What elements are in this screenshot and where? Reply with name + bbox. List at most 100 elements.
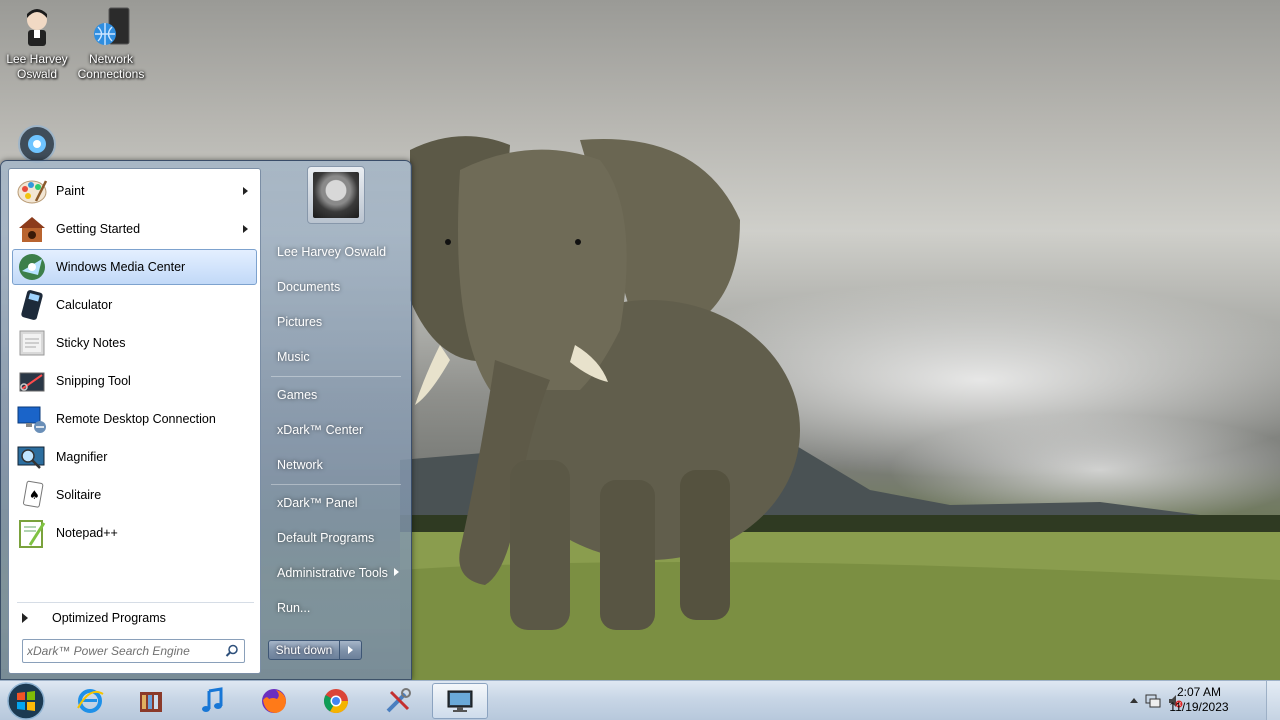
- system-tray: 2:07 AM 11/19/2023: [1120, 681, 1280, 720]
- program-solitaire[interactable]: ♠ Solitaire: [12, 477, 257, 513]
- start-orb-icon[interactable]: [5, 681, 47, 720]
- notepad-plus-plus-icon: [19, 520, 46, 548]
- desktop-icon-user-folder[interactable]: Lee Harvey Oswald: [0, 6, 77, 82]
- search-icon[interactable]: [225, 644, 239, 658]
- right-item-label: xDark™ Panel: [277, 496, 358, 510]
- show-hidden-icons-icon[interactable]: [1130, 698, 1138, 703]
- clock[interactable]: 2:07 AM 11/19/2023: [1156, 685, 1242, 715]
- right-item-pictures[interactable]: Pictures: [267, 307, 405, 337]
- sticky-notes-icon: [19, 330, 45, 356]
- taskbar-media-center-running[interactable]: [432, 683, 488, 719]
- right-item-label: Lee Harvey Oswald: [277, 245, 387, 259]
- avatar: [313, 172, 359, 218]
- submenu-arrow-icon: [243, 225, 248, 233]
- media-center-icon: [19, 254, 45, 280]
- taskbar-windows-explorer[interactable]: [123, 683, 179, 719]
- desktop-icon-label: Network Connections: [77, 52, 145, 81]
- right-item-label: xDark™ Center: [277, 423, 364, 437]
- solitaire-icon: ♠: [23, 480, 44, 508]
- program-label: Paint: [56, 184, 85, 198]
- right-item-xdark-panel[interactable]: xDark™ Panel: [267, 488, 405, 518]
- program-magnifier[interactable]: Magnifier: [12, 439, 257, 475]
- divider: [17, 602, 254, 603]
- program-label: Getting Started: [56, 222, 141, 236]
- right-item-label: Run...: [277, 601, 311, 615]
- divider: [271, 376, 401, 377]
- taskbar: 2:07 AM 11/19/2023: [0, 680, 1280, 720]
- monitor-icon: [447, 690, 473, 712]
- right-item-label: Games: [277, 388, 318, 402]
- right-item-administrative-tools[interactable]: Administrative Tools: [267, 558, 405, 588]
- taskbar-tools[interactable]: [370, 683, 426, 719]
- right-item-user-folder[interactable]: Lee Harvey Oswald: [267, 237, 405, 267]
- taskbar-internet-explorer[interactable]: [62, 683, 118, 719]
- network-connections-icon: [94, 7, 130, 45]
- right-item-run[interactable]: Run...: [267, 593, 405, 623]
- snipping-tool-icon: [19, 372, 45, 392]
- show-desktop-button[interactable]: [1266, 681, 1280, 720]
- right-item-default-programs[interactable]: Default Programs: [267, 523, 405, 553]
- program-sticky-notes[interactable]: Sticky Notes: [12, 325, 257, 361]
- search-input[interactable]: [27, 642, 217, 660]
- right-item-label: Music: [277, 350, 310, 364]
- clock-time: 2:07 AM: [1176, 685, 1222, 699]
- start-menu: Paint Getting Started Windows Media Cent…: [0, 160, 412, 680]
- remote-desktop-icon: [17, 406, 46, 433]
- program-getting-started[interactable]: Getting Started: [12, 211, 257, 247]
- chrome-icon: [323, 689, 348, 714]
- right-item-xdark-center[interactable]: xDark™ Center: [267, 415, 405, 445]
- program-label: Solitaire: [56, 488, 102, 502]
- program-label: Windows Media Center: [56, 260, 186, 274]
- shut-down-button[interactable]: Shut down: [268, 640, 340, 660]
- right-item-music[interactable]: Music: [267, 342, 405, 372]
- desktop-icon-label: Lee Harvey Oswald: [6, 52, 68, 81]
- desktop-icon-network-connections[interactable]: Network Connections: [71, 6, 151, 82]
- paint-icon: [17, 180, 48, 204]
- right-item-label: Documents: [277, 280, 341, 294]
- firefox-icon: [262, 689, 286, 713]
- program-label: Snipping Tool: [56, 374, 131, 388]
- shut-down-options-button[interactable]: [340, 640, 362, 660]
- program-label: Remote Desktop Connection: [56, 412, 216, 426]
- right-item-label: Pictures: [277, 315, 323, 329]
- all-programs-button[interactable]: Optimized Programs: [12, 605, 257, 631]
- right-item-documents[interactable]: Documents: [267, 272, 405, 302]
- program-remote-desktop-connection[interactable]: Remote Desktop Connection: [12, 401, 257, 437]
- taskbar-media-player[interactable]: [184, 683, 240, 719]
- submenu-arrow-icon: [394, 568, 399, 576]
- right-item-label: Administrative Tools: [277, 566, 388, 580]
- getting-started-icon: [19, 217, 45, 242]
- program-label: Calculator: [56, 298, 113, 312]
- library-icon: [140, 692, 162, 712]
- program-snipping-tool[interactable]: Snipping Tool: [12, 363, 257, 399]
- start-menu-programs-pane: Paint Getting Started Windows Media Cent…: [8, 168, 261, 674]
- right-item-games[interactable]: Games: [267, 380, 405, 410]
- right-item-label: Network: [277, 458, 323, 472]
- all-programs-label: Optimized Programs: [52, 611, 166, 625]
- program-label: Notepad++: [56, 526, 118, 540]
- elephant-image: [410, 136, 800, 630]
- music-note-icon: [202, 687, 223, 712]
- program-windows-media-center[interactable]: Windows Media Center: [12, 249, 257, 285]
- expand-arrow-icon: [22, 613, 28, 623]
- program-calculator[interactable]: Calculator: [12, 287, 257, 323]
- calculator-icon: [21, 290, 43, 320]
- program-label: Magnifier: [56, 450, 108, 464]
- taskbar-chrome[interactable]: [308, 683, 364, 719]
- taskbar-firefox[interactable]: [246, 683, 302, 719]
- tools-icon: [386, 688, 411, 713]
- right-item-label: Default Programs: [277, 531, 375, 545]
- user-account-picture[interactable]: [307, 166, 365, 224]
- program-paint[interactable]: Paint: [12, 173, 257, 209]
- clock-date: 11/19/2023: [1169, 700, 1229, 714]
- user-folder-icon: [27, 9, 47, 46]
- start-search-box[interactable]: [22, 639, 245, 663]
- right-item-network[interactable]: Network: [267, 450, 405, 480]
- program-label: Sticky Notes: [56, 336, 126, 350]
- program-notepad-plus-plus[interactable]: Notepad++: [12, 515, 257, 551]
- divider: [271, 484, 401, 485]
- internet-explorer-icon: [77, 689, 104, 713]
- svg-text:♠: ♠: [29, 488, 40, 502]
- magnifier-icon: [17, 446, 45, 469]
- submenu-arrow-icon: [243, 187, 248, 195]
